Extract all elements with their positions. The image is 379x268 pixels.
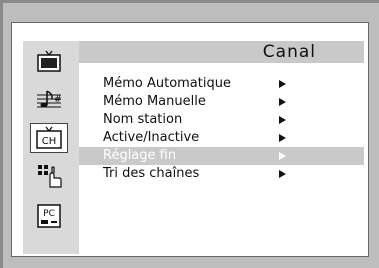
menu-item-tri-des-chaines[interactable]: Tri des chaînes bbox=[79, 165, 364, 183]
menu-item-label: Tri des chaînes bbox=[103, 166, 200, 181]
menu-title-bar: Canal bbox=[79, 41, 364, 63]
svg-text:#: # bbox=[54, 95, 62, 105]
channel-icon: CH bbox=[36, 126, 62, 149]
menu-item-label: Mémo Manuelle bbox=[103, 94, 206, 109]
menu-item-nom-station[interactable]: Nom station bbox=[79, 111, 364, 129]
sidebar-item-setup[interactable] bbox=[30, 161, 68, 191]
pc-icon: PC bbox=[37, 204, 61, 228]
osd-sidebar: # CH PC bbox=[23, 41, 79, 254]
arrow-right-icon bbox=[279, 80, 286, 88]
menu-item-label: Réglage fin bbox=[103, 148, 177, 163]
tv-picture-icon bbox=[37, 50, 61, 72]
page-title: Canal bbox=[262, 42, 316, 62]
sidebar-item-picture[interactable] bbox=[30, 47, 68, 77]
menu-item-reglage-fin[interactable]: Réglage fin bbox=[79, 147, 364, 165]
screen-background: # CH PC Canal Mémo Automatique Mémo Manu… bbox=[0, 0, 379, 268]
menu-item-active-inactive[interactable]: Active/Inactive bbox=[79, 129, 364, 147]
arrow-right-icon bbox=[279, 116, 286, 124]
menu-item-memo-automatique[interactable]: Mémo Automatique bbox=[79, 75, 364, 93]
arrow-right-icon bbox=[279, 98, 286, 106]
menu-item-label: Mémo Automatique bbox=[103, 76, 231, 91]
screen-edge-top bbox=[0, 0, 379, 3]
menu-item-label: Active/Inactive bbox=[103, 130, 200, 145]
channel-icon-label: CH bbox=[42, 136, 57, 147]
sidebar-item-channel[interactable]: CH bbox=[30, 123, 68, 153]
osd-menu-panel: # CH PC Canal Mémo Automatique Mémo Manu… bbox=[11, 22, 369, 257]
sound-note-icon: # bbox=[37, 90, 62, 108]
screen-edge-left bbox=[0, 0, 3, 268]
sidebar-item-sound[interactable]: # bbox=[30, 85, 68, 115]
arrow-right-icon bbox=[279, 152, 286, 160]
menu-item-memo-manuelle[interactable]: Mémo Manuelle bbox=[79, 93, 364, 111]
pc-icon-label: PC bbox=[43, 209, 55, 219]
sidebar-item-pc[interactable]: PC bbox=[30, 201, 68, 231]
arrow-right-icon bbox=[279, 134, 286, 142]
menu-item-label: Nom station bbox=[103, 112, 183, 127]
channel-menu-list: Mémo Automatique Mémo Manuelle Nom stati… bbox=[79, 75, 364, 183]
arrow-right-icon bbox=[279, 170, 286, 178]
setup-hand-icon bbox=[38, 165, 62, 188]
